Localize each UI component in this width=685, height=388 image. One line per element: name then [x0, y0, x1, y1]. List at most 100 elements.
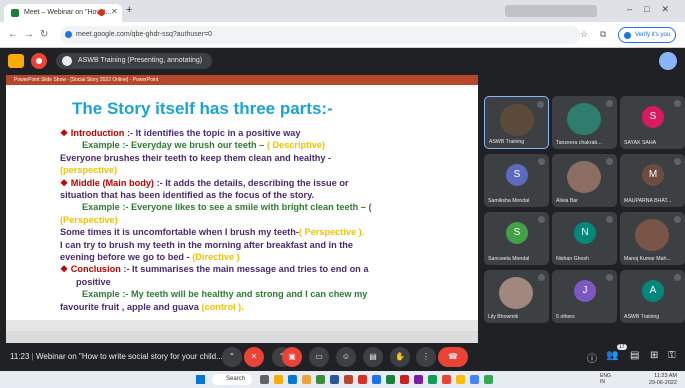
folder-icon[interactable]	[302, 375, 311, 384]
line-text: :- It summarises the main message and tr…	[120, 264, 369, 275]
story-type-tag: (perspective)	[60, 165, 118, 176]
emoji-icon[interactable]: ☺	[336, 347, 356, 367]
line-text: favourite fruit , apple and guava	[60, 301, 202, 312]
slide-content: The Story itself has three parts:- ❖ Int…	[6, 85, 478, 313]
participant-tile[interactable]: S Sancweta Mondal	[484, 212, 549, 265]
windows-start-icon[interactable]	[196, 375, 205, 384]
participant-tile[interactable]: J 5 others	[552, 270, 617, 323]
mic-off-icon[interactable]: ✕	[244, 347, 264, 367]
participant-name: Lily Bhowmik	[488, 314, 519, 320]
forward-icon[interactable]: →	[24, 29, 34, 40]
participant-tile[interactable]: Manoj Kumar Mah...	[620, 212, 685, 265]
people-icon[interactable]: 👥	[606, 350, 618, 361]
close-tab-icon[interactable]: ✕	[111, 7, 118, 16]
bullet-icon: ❖	[60, 177, 71, 188]
annotate-icon[interactable]	[8, 54, 24, 68]
participant-name: Tanzeera chakrab...	[556, 140, 602, 146]
new-tab-button[interactable]: +	[126, 4, 132, 16]
site-info-icon[interactable]	[65, 31, 72, 38]
word-icon[interactable]	[330, 375, 339, 384]
taskbar-search[interactable]: Search	[212, 374, 252, 385]
participant-tile[interactable]: ASWB Training	[484, 96, 549, 149]
more-options-icon[interactable]: ⋮	[416, 347, 436, 367]
participant-name: Samiksha Mondal	[488, 198, 530, 204]
participant-tile[interactable]: Alivia Bar	[552, 154, 617, 207]
story-type-tag: (Perspective)	[60, 214, 118, 225]
edge-icon[interactable]	[288, 375, 297, 384]
line-text: :- It identifies the topic in a positive…	[124, 128, 301, 138]
participant-count-badge: 17	[617, 344, 627, 350]
leave-call-button[interactable]: ☎	[438, 347, 468, 367]
example-label: Example	[82, 202, 120, 213]
url-field[interactable]: meet.google.com/qbe-ghdr-ssq?authuser=0	[60, 26, 580, 44]
participant-tile[interactable]: M MAUPARNA BHAT...	[620, 154, 685, 207]
participant-avatar: N	[574, 222, 596, 244]
meet-favicon-icon	[11, 9, 19, 17]
file-explorer-icon[interactable]	[274, 375, 283, 384]
example-label: Example	[82, 289, 120, 300]
captions-icon[interactable]: ▭	[309, 347, 329, 367]
verify-button[interactable]: Verify it's you	[618, 27, 676, 43]
reload-icon[interactable]: ↻	[40, 29, 48, 40]
acrobat-icon[interactable]	[400, 375, 409, 384]
camera-off-icon[interactable]: ▣	[282, 347, 302, 367]
extensions-icon[interactable]: ⧉	[600, 29, 606, 40]
browser-tab[interactable]: Meet – Webinar on "How t... ✕	[4, 4, 122, 22]
app-icon[interactable]	[358, 375, 367, 384]
back-icon[interactable]: ←	[8, 29, 18, 40]
powerpoint-icon[interactable]	[344, 375, 353, 384]
app6-icon[interactable]	[470, 375, 479, 384]
recording-indicator-icon[interactable]	[31, 53, 47, 69]
slide-line: situation that has been identified as th…	[60, 189, 462, 201]
system-clock[interactable]: 11:23 AM 29-06-2022	[649, 373, 677, 387]
participant-name: ASWB Training	[624, 314, 660, 320]
activities-icon[interactable]: ⊞	[650, 350, 658, 361]
window-controls[interactable]: –□✕	[627, 4, 681, 15]
chrome-icon[interactable]	[372, 375, 381, 384]
verify-label: Verify it's you	[635, 32, 671, 38]
app2-icon[interactable]	[414, 375, 423, 384]
participant-name: Nishan Ghosh	[556, 256, 589, 262]
participant-name: Manoj Kumar Mah...	[624, 256, 671, 262]
bookmark-star-icon[interactable]: ☆	[580, 29, 588, 40]
line-text: :- Everyday we brush our teeth –	[119, 140, 267, 151]
taskbar-search-label: Search	[226, 376, 246, 382]
participant-tile[interactable]: S SAYAK SAHA	[620, 96, 685, 149]
section-label: Middle (Main body)	[70, 177, 154, 188]
participant-tile[interactable]: S Samiksha Mondal	[484, 154, 549, 207]
language-indicator[interactable]: ENG IN	[600, 373, 611, 385]
mic-muted-icon	[538, 274, 545, 281]
line-text: :- It adds the details, describing the i…	[154, 177, 349, 188]
mic-options-button[interactable]: ⌃	[222, 347, 242, 367]
host-controls-icon[interactable]: ⚿	[668, 350, 676, 361]
meet-icon[interactable]	[386, 375, 395, 384]
mic-muted-icon	[538, 216, 545, 223]
mic-muted-icon	[538, 158, 545, 165]
presenter-avatar-icon	[62, 56, 72, 66]
participant-avatar: J	[574, 280, 596, 302]
line-text: Everyone brushes their teeth to keep the…	[60, 152, 332, 163]
example-label: Example	[82, 140, 120, 151]
raise-hand-icon[interactable]: ✋	[390, 347, 410, 367]
slide-line: Example :- My teeth will be healthy and …	[60, 288, 462, 300]
line-text: I can try to brush my teeth in the morni…	[60, 239, 354, 250]
participant-tile[interactable]: A ASWB Training	[620, 270, 685, 323]
participant-tile[interactable]: Tanzeera chakrab...	[552, 96, 617, 149]
app3-icon[interactable]	[428, 375, 437, 384]
participant-tile[interactable]: N Nishan Ghosh	[552, 212, 617, 265]
meet-control-bar: 11:23 | Webinar on "How to write social …	[0, 343, 685, 371]
app7-icon[interactable]	[484, 375, 493, 384]
task-view-icon[interactable]	[260, 375, 269, 384]
chat-icon[interactable]: ▤	[630, 350, 639, 361]
bullet-icon: ❖	[60, 128, 71, 138]
mic-muted-icon	[674, 158, 681, 165]
present-icon[interactable]: ▤	[363, 347, 383, 367]
mic-muted-icon	[606, 274, 613, 281]
excel-icon[interactable]	[316, 375, 325, 384]
app5-icon[interactable]	[456, 375, 465, 384]
participant-tile[interactable]: Lily Bhowmik	[484, 270, 549, 323]
slide-lines: ❖ Introduction :- It identifies the topi…	[60, 127, 462, 313]
app4-icon[interactable]	[442, 375, 451, 384]
pen-tool-icon[interactable]	[659, 52, 677, 70]
info-icon[interactable]: ⓘ	[587, 350, 597, 365]
